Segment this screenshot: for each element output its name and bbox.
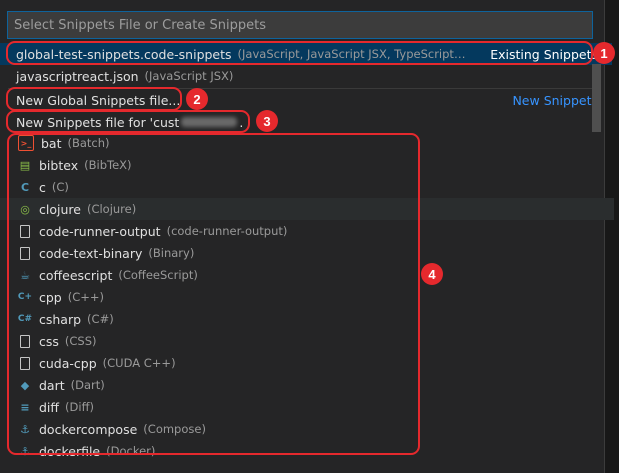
- list-item-existing-global[interactable]: global-test-snippets.code-snippets (Java…: [0, 43, 612, 65]
- csharp-icon: C#: [17, 314, 33, 324]
- language-item-code-runner-output[interactable]: code-runner-output (code-runner-output): [0, 220, 614, 242]
- language-description: (Dart): [70, 378, 105, 392]
- quick-pick-panel: global-test-snippets.code-snippets (Java…: [0, 0, 614, 473]
- language-item-coffeescript[interactable]: ☕ coffeescript (CoffeeScript): [0, 264, 614, 286]
- language-label: dockercompose: [39, 421, 138, 437]
- search-input[interactable]: [7, 11, 593, 39]
- list-item-javascriptreact[interactable]: javascriptreact.json (JavaScript JSX): [0, 65, 612, 87]
- language-label: dockerfile: [39, 443, 101, 459]
- language-description: (Compose): [143, 422, 206, 436]
- language-label: csharp: [39, 311, 82, 327]
- file-icon: [18, 356, 32, 370]
- language-item-cuda-cpp[interactable]: cuda-cpp (CUDA C++): [0, 352, 614, 374]
- language-label: cpp: [39, 289, 62, 305]
- language-item-dockerfile[interactable]: ⚓ dockerfile (Docker): [0, 440, 614, 462]
- dart-icon: ◆: [20, 378, 30, 392]
- language-label: css: [39, 333, 59, 349]
- annotation-badge-3: 3: [256, 110, 278, 132]
- language-item-bat[interactable]: >_ bat (Batch): [0, 132, 614, 154]
- annotation-badge-1: 1: [593, 42, 615, 64]
- language-item-clojure[interactable]: ◎ clojure (Clojure): [0, 198, 614, 220]
- language-label: coffeescript: [39, 267, 113, 283]
- diff-icon: ≡: [20, 400, 30, 414]
- redacted-text: [181, 117, 238, 127]
- language-description: (CUDA C++): [102, 356, 176, 370]
- language-item-cpp[interactable]: C+ cpp (C++): [0, 286, 614, 308]
- language-item-dart[interactable]: ◆ dart (Dart): [0, 374, 614, 396]
- docker-icon: ⚓: [20, 444, 30, 458]
- existing-snippets-label: Existing Snippets: [490, 46, 598, 62]
- new-snippets-for-folder-item[interactable]: New Snippets file for 'cust .: [0, 111, 612, 133]
- language-label: c: [39, 179, 46, 195]
- docker-icon: ⚓: [20, 422, 30, 436]
- coffee-icon: ☕: [20, 268, 30, 282]
- file-icon: [18, 334, 32, 348]
- clojure-icon: ◎: [20, 202, 30, 216]
- list-item-description: (JavaScript, JavaScript JSX, TypeScript…: [237, 47, 466, 61]
- language-item-csharp[interactable]: C# csharp (C#): [0, 308, 614, 330]
- list-item-label-suffix: .: [239, 114, 244, 130]
- language-description: (C): [51, 180, 69, 194]
- list-item-label: New Snippets file for 'cust: [16, 114, 180, 130]
- language-label: code-text-binary: [39, 245, 143, 261]
- language-label: bat: [41, 135, 62, 151]
- list-item-label: global-test-snippets.code-snippets: [16, 46, 232, 62]
- annotation-badge-2: 2: [186, 88, 208, 110]
- language-description: (CSS): [64, 334, 97, 348]
- language-description: (Docker): [106, 444, 156, 458]
- bibtex-icon: ▤: [19, 158, 31, 172]
- language-label: bibtex: [39, 157, 79, 173]
- language-label: cuda-cpp: [39, 355, 97, 371]
- language-description: (C#): [87, 312, 114, 326]
- file-icon: [18, 246, 32, 260]
- list-item-label: javascriptreact.json: [16, 68, 139, 84]
- new-snippets-label: New Snippets: [512, 92, 598, 108]
- language-description: (Batch): [67, 136, 110, 150]
- language-item-css[interactable]: css (CSS): [0, 330, 614, 352]
- language-label: dart: [39, 377, 65, 393]
- language-item-c[interactable]: Cc (C): [0, 176, 614, 198]
- c-icon: C: [20, 180, 30, 194]
- language-description: (Diff): [65, 400, 94, 414]
- language-item-code-text-binary[interactable]: code-text-binary (Binary): [0, 242, 614, 264]
- language-label: clojure: [39, 201, 81, 217]
- cpp-icon: C+: [17, 292, 33, 302]
- language-description: (CoffeeScript): [118, 268, 198, 282]
- language-description: (C++): [67, 290, 105, 304]
- annotation-badge-4: 4: [421, 263, 443, 285]
- language-item-dockercompose[interactable]: ⚓ dockercompose (Compose): [0, 418, 614, 440]
- scrollbar-thumb[interactable]: [592, 64, 601, 132]
- language-label: diff: [39, 399, 60, 415]
- language-item-bibtex[interactable]: ▤ bibtex (BibTeX): [0, 154, 614, 176]
- language-label: code-runner-output: [39, 223, 161, 239]
- list-item-label: New Global Snippets file...: [16, 92, 181, 108]
- new-global-snippets-item[interactable]: New Global Snippets file... New Snippets: [0, 89, 612, 111]
- language-description: (Binary): [148, 246, 195, 260]
- list-item-description: (JavaScript JSX): [144, 69, 234, 83]
- terminal-icon: >_: [18, 135, 34, 151]
- language-description: (BibTeX): [84, 158, 132, 172]
- language-description: (Clojure): [86, 202, 137, 216]
- language-item-diff[interactable]: ≡ diff (Diff): [0, 396, 614, 418]
- language-description: (code-runner-output): [166, 224, 288, 238]
- file-icon: [18, 224, 32, 238]
